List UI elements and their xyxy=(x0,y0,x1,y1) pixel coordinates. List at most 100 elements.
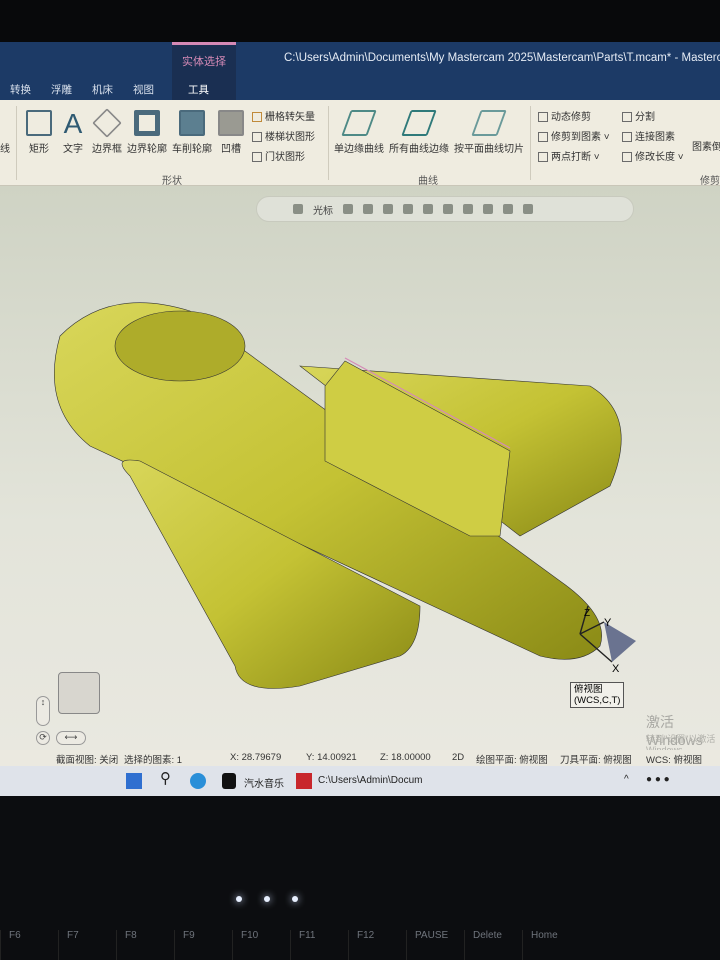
slice-icon xyxy=(471,110,507,136)
keyboard-function-row: F6 F7 F8 F9 F10 F11 F12 PAUSE Delete Home xyxy=(0,930,720,960)
windows-start-icon[interactable] xyxy=(126,773,142,789)
key: F9 xyxy=(174,930,232,960)
edge-browser-icon[interactable] xyxy=(190,773,206,789)
label: 楼梯状图形 xyxy=(265,132,315,143)
door-shape-button[interactable]: 门状图形 xyxy=(252,148,305,163)
cplane-dropdown[interactable]: 绘图平面: 俯视图 xyxy=(476,752,548,766)
group-label-curve: 曲线 xyxy=(418,176,438,187)
label: 所有曲线边缘 xyxy=(389,144,449,155)
rectangle-button[interactable]: 矩形 xyxy=(22,110,56,155)
solid-model[interactable]: Z Y X xyxy=(0,186,720,750)
box-icon xyxy=(92,108,122,138)
groove-icon xyxy=(218,110,244,136)
surface-edges-icon xyxy=(401,110,437,136)
graphics-viewport[interactable]: 光标 Z Y X 俯视图 (WCS,C,T) 激活 Windows 转到"设置"以… xyxy=(0,186,720,755)
view-cube[interactable] xyxy=(58,672,100,714)
label: 栅格转矢量 xyxy=(265,112,315,123)
join-entities-button[interactable]: 连接图素 xyxy=(622,128,675,143)
label: 车削轮廓 xyxy=(172,144,212,155)
label: 分割 xyxy=(635,112,655,123)
axis-x-label: X xyxy=(612,663,620,675)
label: 连接图素 xyxy=(635,132,675,143)
tray-icons[interactable]: ● ● ● xyxy=(646,774,670,785)
stair-shape-button[interactable]: 楼梯状图形 xyxy=(252,128,315,143)
mastercam-taskbar-label[interactable]: C:\Users\Admin\Docum xyxy=(318,775,422,786)
label: 边界框 xyxy=(92,144,122,155)
key: F10 xyxy=(232,930,290,960)
title-bar: 实体选择 C:\Users\Admin\Documents\My Masterc… xyxy=(0,42,720,100)
section-view-status[interactable]: 截面视图: 关闭 xyxy=(56,752,118,766)
taskbar: ⚲ 汽水音乐 C:\Users\Admin\Docum ^ ● ● ● xyxy=(0,766,720,796)
divide-button[interactable]: 分割 xyxy=(622,108,655,123)
key: F8 xyxy=(116,930,174,960)
mode-2d-toggle[interactable]: 2D xyxy=(452,752,464,763)
raster-to-vector-button[interactable]: 栅格转矢量 xyxy=(252,108,315,123)
trim-to-entity-button[interactable]: 修剪到图素 ˅ xyxy=(538,128,610,143)
music-app-icon[interactable] xyxy=(222,773,236,789)
tab-tools[interactable]: 工具 xyxy=(178,82,219,97)
groove-button[interactable]: 凹槽 xyxy=(216,110,246,155)
turn-profile-button[interactable]: 车削轮廓 xyxy=(170,110,214,155)
label: 凹槽 xyxy=(221,144,241,155)
key: F12 xyxy=(348,930,406,960)
length-icon xyxy=(622,152,632,163)
status-bar: 截面视图: 关闭 选择的图素: 1 X: 28.79679 Y: 14.0092… xyxy=(0,750,720,766)
boundary-profile-button[interactable]: 边界轮廓 xyxy=(125,110,169,155)
view-coords: (WCS,C,T) xyxy=(574,695,621,706)
music-app-label[interactable]: 汽水音乐 xyxy=(244,775,284,790)
bounding-box-button[interactable]: 边界框 xyxy=(90,108,124,155)
pan-control[interactable]: ⟷ xyxy=(56,731,86,745)
break-two-pieces-button[interactable]: 两点打断 ˅ xyxy=(538,148,600,163)
label: 动态修剪 xyxy=(551,112,591,123)
join-icon xyxy=(622,132,632,143)
fillet-entities-button[interactable]: 图素倒 xyxy=(692,138,720,153)
surface-edge-icon xyxy=(341,110,377,136)
tplane-dropdown[interactable]: 刀具平面: 俯视图 xyxy=(560,752,632,766)
mastercam-icon[interactable] xyxy=(296,773,312,789)
dynamic-trim-button[interactable]: 动态修剪 xyxy=(538,108,591,123)
key: Delete xyxy=(464,930,522,960)
tray-chevron-icon[interactable]: ^ xyxy=(624,774,629,785)
modify-length-button[interactable]: 修改长度 ˅ xyxy=(622,148,684,163)
axis-y-label: Y xyxy=(604,617,612,629)
boundary-icon xyxy=(134,110,160,136)
z-coordinate[interactable]: Z: 18.00000 xyxy=(380,752,431,763)
label: 两点打断 xyxy=(551,152,591,163)
label: 修改长度 xyxy=(635,152,675,163)
zoom-control[interactable]: ↕ xyxy=(36,696,50,726)
single-edge-curve-button[interactable]: 单边缘曲线 xyxy=(332,110,386,155)
text-button[interactable]: A 文字 xyxy=(58,108,88,156)
trim-to-icon xyxy=(538,132,548,143)
search-icon[interactable]: ⚲ xyxy=(160,769,171,787)
divide-icon xyxy=(622,112,632,123)
axis-z-label: Z xyxy=(584,608,590,619)
stair-icon xyxy=(252,132,262,143)
tab-machine[interactable]: 机床 xyxy=(82,82,123,97)
orbit-control[interactable]: ⟳ xyxy=(36,731,50,745)
turn-profile-icon xyxy=(179,110,205,136)
letter-a-icon: A xyxy=(63,108,83,139)
label: 文字 xyxy=(63,144,83,155)
ribbon: 线 矩形 A 文字 边界框 边界轮廓 车削轮廓 凹槽 栅格转矢量 楼梯状图形 门状… xyxy=(0,100,720,187)
tab-relief[interactable]: 浮雕 xyxy=(41,82,82,97)
label: 矩形 xyxy=(29,144,49,155)
divider xyxy=(16,106,17,180)
monitor-bezel xyxy=(0,0,720,42)
divider xyxy=(328,106,329,180)
line-button-partial[interactable]: 线 xyxy=(0,140,10,155)
key: F6 xyxy=(0,930,58,960)
key: PAUSE xyxy=(406,930,464,960)
tab-view[interactable]: 视图 xyxy=(123,82,164,97)
selected-count: 选择的图素: 1 xyxy=(124,755,183,766)
wcs-dropdown[interactable]: WCS: 俯视图 xyxy=(646,752,702,766)
label: 修剪到图素 xyxy=(551,132,601,143)
tab-transform[interactable]: 转换 xyxy=(0,82,41,97)
key: Home xyxy=(522,930,580,960)
all-curve-edges-button[interactable]: 所有曲线边缘 xyxy=(388,110,450,155)
group-label-shape: 形状 xyxy=(162,176,182,187)
cockpit-recess xyxy=(114,310,246,382)
ribbon-tabs: 转换 浮雕 机床 视图 工具 xyxy=(0,82,219,97)
divider xyxy=(530,106,531,180)
x-coordinate: X: 28.79679 xyxy=(230,752,282,763)
slice-curves-button[interactable]: 按平面曲线切片 xyxy=(452,110,526,155)
